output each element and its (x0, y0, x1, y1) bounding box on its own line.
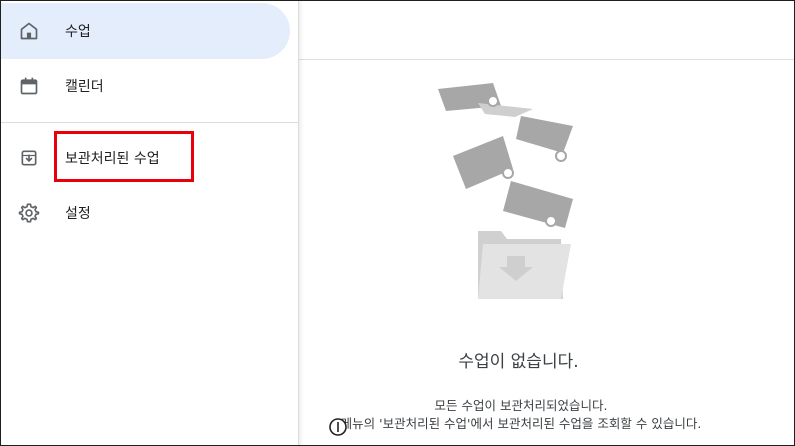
home-icon (17, 19, 41, 43)
navigation-drawer: 수업 캘린더 보관처리된 수업 설정 (1, 1, 299, 445)
archived-classes-illustration (438, 83, 573, 299)
nav-item-calendar[interactable]: 캘린더 (1, 58, 290, 114)
drawer-divider (1, 122, 299, 123)
highlight-annotation-box (54, 131, 194, 182)
nav-item-classes[interactable]: 수업 (1, 3, 290, 59)
empty-state-line-1: 모든 수업이 보관처리되었습니다. (434, 398, 608, 413)
archive-icon (17, 146, 41, 170)
nav-item-label: 설정 (65, 206, 91, 222)
nav-item-settings[interactable]: 설정 (1, 185, 290, 241)
gear-icon (17, 201, 41, 225)
empty-state-title: 수업이 없습니다. (458, 352, 579, 372)
nav-item-label: 수업 (65, 24, 91, 40)
mouse-cursor-icon (329, 418, 347, 436)
nav-item-label: 캘린더 (65, 79, 104, 95)
app-frame: 수업이 없습니다. 모든 수업이 보관처리되었습니다. 메뉴의 '보관처리된 수… (0, 0, 795, 446)
calendar-icon (17, 74, 41, 98)
